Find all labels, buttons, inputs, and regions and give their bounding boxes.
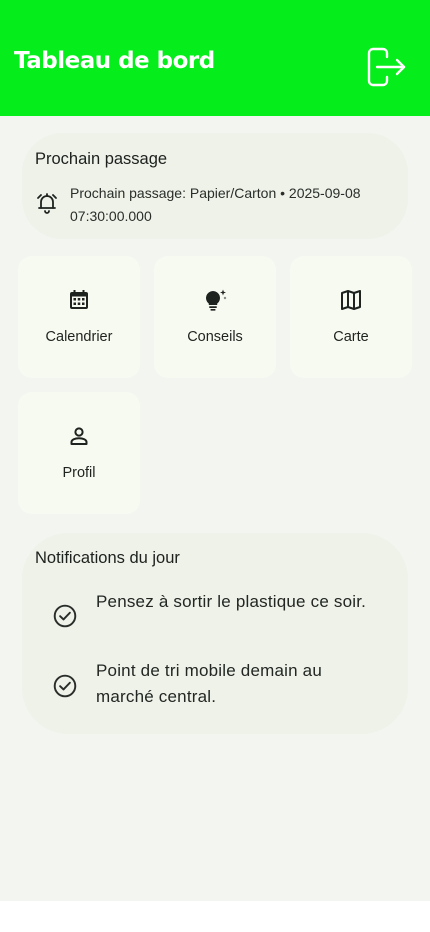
notifications-card: Notifications du jour Pensez à sortir le…: [22, 533, 408, 734]
tile-label: Profil: [62, 465, 96, 481]
notification-item: Point de tri mobile demain au marché cen…: [52, 658, 382, 712]
notifications-title: Notifications du jour: [35, 549, 180, 567]
logout-icon: [367, 47, 406, 87]
tile-conseils[interactable]: Conseils: [154, 256, 276, 378]
tile-profil[interactable]: Profil: [18, 392, 140, 514]
next-pickup-title: Prochain passage: [35, 150, 168, 168]
next-pickup-card: Prochain passage Prochain passage: Papie…: [22, 133, 408, 239]
map-icon: [341, 290, 361, 310]
tile-label: Calendrier: [45, 329, 113, 345]
tile-label: Carte: [333, 329, 369, 345]
app-bar: Tableau de bord: [0, 0, 430, 116]
tile-calendrier[interactable]: Calendrier: [18, 256, 140, 378]
check-circle-icon: [53, 604, 77, 628]
notification-item: Pensez à sortir le plastique ce soir.: [52, 589, 382, 643]
calendar-icon: [70, 290, 88, 309]
alarm-bell-icon: [37, 193, 57, 214]
person-icon: [70, 427, 88, 445]
tile-label: Conseils: [187, 329, 243, 345]
tile-carte[interactable]: Carte: [290, 256, 412, 378]
lightbulb-sparkle-icon: [206, 289, 227, 311]
check-circle-icon: [53, 674, 77, 698]
page-title: Tableau de bord: [14, 48, 215, 74]
notification-text: Point de tri mobile demain au marché cen…: [96, 661, 322, 706]
logout-button[interactable]: [362, 44, 408, 90]
notification-text: Pensez à sortir le plastique ce soir.: [96, 592, 367, 611]
next-pickup-text: Prochain passage: Papier/Carton • 2025-0…: [70, 185, 361, 224]
app-screen: Tableau de bord Prochain passage Prochai…: [0, 0, 430, 901]
